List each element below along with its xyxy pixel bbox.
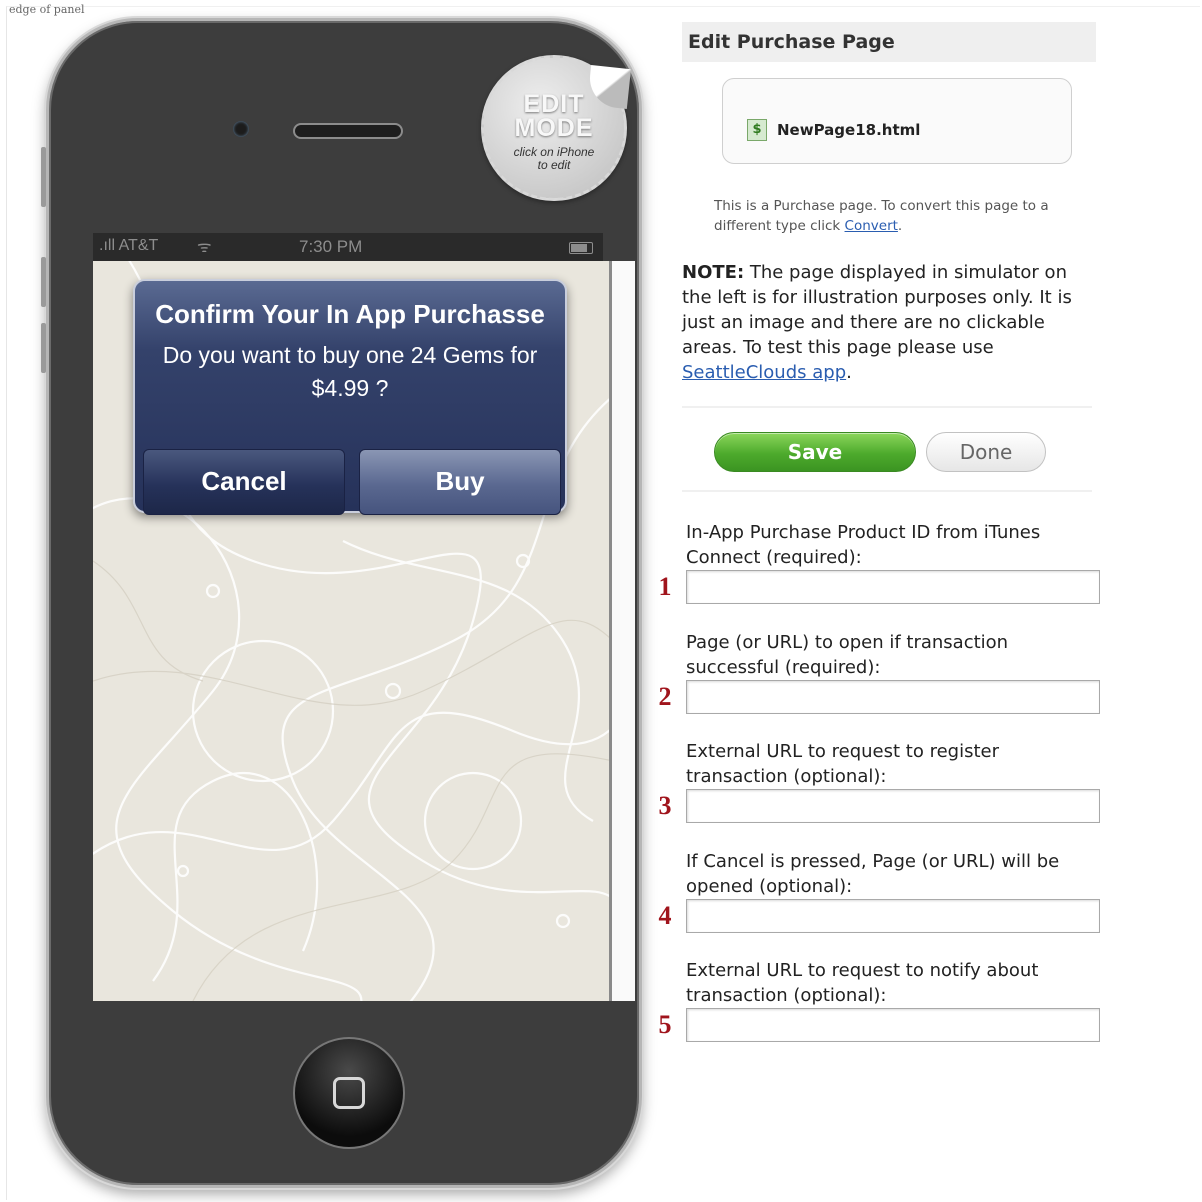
field-3-number: 3 — [658, 791, 672, 820]
done-button[interactable]: Done — [926, 432, 1046, 472]
status-time: 7:30 PM — [299, 237, 363, 256]
dollar-page-icon: $ — [747, 119, 767, 141]
wifi-icon: ᯤ — [197, 239, 212, 256]
divider-top — [682, 406, 1092, 408]
seattleclouds-app-link[interactable]: SeattleClouds app — [682, 362, 846, 383]
field-1-label: In-App Purchase Product ID from iTunes C… — [686, 522, 1041, 568]
front-camera — [233, 121, 249, 137]
field-3-label: External URL to request to register tran… — [686, 741, 999, 787]
alert-cancel-button[interactable]: Cancel — [143, 449, 345, 515]
earpiece-speaker — [293, 123, 403, 139]
field-5-number: 5 — [658, 1010, 672, 1039]
divider-bottom — [682, 490, 1092, 492]
mute-switch — [41, 147, 46, 207]
field-5-label: External URL to request to notify about … — [686, 960, 1039, 1006]
save-button[interactable]: Save — [714, 432, 916, 472]
volume-down-button — [41, 323, 46, 373]
page-file-box[interactable]: $ NewPage18.html — [722, 78, 1072, 164]
purchase-alert-dialog: Confirm Your In App Purchasse Do you wan… — [133, 279, 567, 515]
field-2-label: Page (or URL) to open if transaction suc… — [686, 632, 1009, 678]
home-square-icon — [333, 1077, 365, 1109]
badge-line-4: to edit — [537, 158, 571, 172]
field-1-number: 1 — [658, 572, 672, 601]
field-2-number: 2 — [658, 682, 672, 711]
success-page-input[interactable] — [686, 680, 1100, 714]
convert-link[interactable]: Convert — [845, 218, 898, 234]
volume-up-button — [41, 257, 46, 307]
note-end: . — [846, 362, 852, 383]
field-4-label: If Cancel is pressed, Page (or URL) will… — [686, 851, 1060, 897]
alert-message: Do you want to buy one 24 Gems for $4.99… — [162, 342, 538, 401]
note-prefix: NOTE: — [682, 262, 745, 283]
product-id-input[interactable] — [686, 570, 1100, 604]
simulator-note: NOTE: The page displayed in simulator on… — [682, 260, 1098, 385]
panel-title: Edit Purchase Page — [682, 22, 1096, 62]
iphone-simulator[interactable]: EDIT MODE click on iPhone to edit .ıll A… — [41, 18, 642, 1188]
notify-url-input[interactable] — [686, 1008, 1100, 1042]
home-button[interactable] — [293, 1037, 405, 1149]
badge-line-2: MODE — [514, 114, 594, 142]
page-type-info: This is a Purchase page. To convert this… — [714, 196, 1104, 236]
phone-screen: Confirm Your In App Purchasse Do you wan… — [93, 261, 609, 1001]
alert-buy-button[interactable]: Buy — [359, 449, 561, 515]
carrier-label: .ıll AT&T — [99, 237, 159, 254]
page-file-name[interactable]: NewPage18.html — [777, 119, 920, 141]
alert-title: Confirm Your In App Purchasse — [155, 299, 545, 329]
register-url-input[interactable] — [686, 789, 1100, 823]
top-caption: edge of panel — [9, 3, 85, 16]
cancel-page-input[interactable] — [686, 899, 1100, 933]
battery-icon — [569, 242, 593, 254]
info-end: . — [897, 218, 903, 234]
screen-edge — [609, 261, 635, 1001]
status-bar: .ıll AT&T ᯤ 7:30 PM — [93, 233, 603, 261]
field-4-number: 4 — [658, 901, 672, 930]
